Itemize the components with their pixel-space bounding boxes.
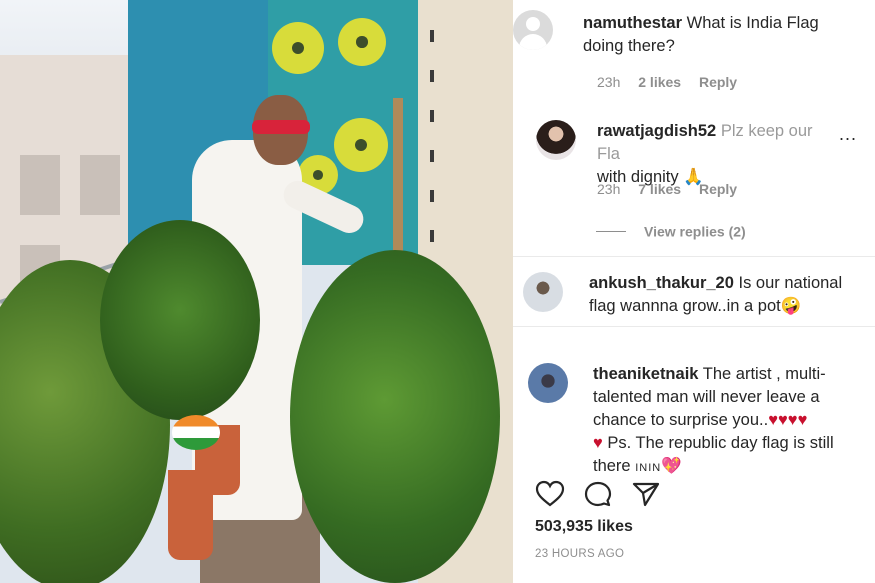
heart-icon[interactable] <box>535 480 565 508</box>
comment-username[interactable]: namuthestar <box>583 14 682 32</box>
comment-time: 23h <box>597 181 621 197</box>
comment-body: Ps. The republic day flag is still <box>607 434 834 452</box>
view-replies-line <box>596 230 626 232</box>
comment-body: chance to surprise you.. <box>593 411 769 429</box>
heart-emoji: ♥ <box>593 434 603 452</box>
comment-body: doing there? <box>583 37 675 55</box>
flag-pot <box>172 415 220 450</box>
comment-body: What is India Flag <box>686 14 819 32</box>
mural-flower <box>338 18 386 66</box>
mural-flower <box>272 22 324 74</box>
comment-time: 23h <box>597 74 621 90</box>
comment-body: Is our national <box>738 274 843 292</box>
comment-body: flag wannna grow..in a pot <box>589 297 781 315</box>
comment-tag: ININ <box>635 462 662 474</box>
more-options-icon[interactable]: ... <box>839 124 857 145</box>
comment-body: talented man will never leave a <box>593 388 820 406</box>
plant-foliage <box>100 220 260 420</box>
avatar[interactable] <box>523 272 563 312</box>
comment-text: rawatjagdish52 Plz keep our Fla with dig… <box>597 120 837 189</box>
avatar[interactable] <box>513 10 553 50</box>
avatar[interactable] <box>528 363 568 403</box>
bamboo-pole <box>393 98 403 263</box>
comment-text: namuthestar What is India Flag doing the… <box>583 12 868 58</box>
divider <box>513 256 875 257</box>
heart-emojis: ♥♥♥♥ <box>768 411 808 429</box>
post-time: 23 HOURS AGO <box>535 548 625 560</box>
comment-likes[interactable]: 7 likes <box>638 181 681 197</box>
red-bandana <box>252 120 310 134</box>
plant-pot <box>168 470 213 560</box>
reply-button[interactable]: Reply <box>699 181 737 197</box>
post-photo[interactable] <box>0 0 513 583</box>
comment-username[interactable]: rawatjagdish52 <box>597 122 716 140</box>
comment-icon[interactable] <box>583 480 613 508</box>
avatar[interactable] <box>536 120 576 160</box>
plant-foliage <box>290 250 500 583</box>
mural-flower <box>334 118 388 172</box>
comment-username[interactable]: theaniketnaik <box>593 365 698 383</box>
view-replies-button[interactable]: View replies (2) <box>596 222 746 239</box>
comment-text: theaniketnaik The artist , multi- talent… <box>593 363 873 480</box>
crazy-face-emoji: 🤪 <box>780 297 802 315</box>
comment-body: there <box>593 457 631 475</box>
comments-panel: namuthestar What is India Flag doing the… <box>513 0 875 583</box>
sparkle-heart-emoji: 💖 <box>661 457 682 475</box>
likes-count[interactable]: 503,935 likes <box>535 518 633 536</box>
comment-text: ankush_thakur_20 Is our national flag wa… <box>589 272 871 318</box>
comment-username[interactable]: ankush_thakur_20 <box>589 274 734 292</box>
divider <box>513 326 875 327</box>
comment-meta: 23h 7 likes Reply <box>597 181 737 197</box>
comment-meta: 23h 2 likes Reply <box>597 74 737 90</box>
share-icon[interactable] <box>631 480 661 508</box>
comment-likes[interactable]: 2 likes <box>638 74 681 90</box>
comment-body: The artist , multi- <box>702 365 826 383</box>
reply-button[interactable]: Reply <box>699 74 737 90</box>
